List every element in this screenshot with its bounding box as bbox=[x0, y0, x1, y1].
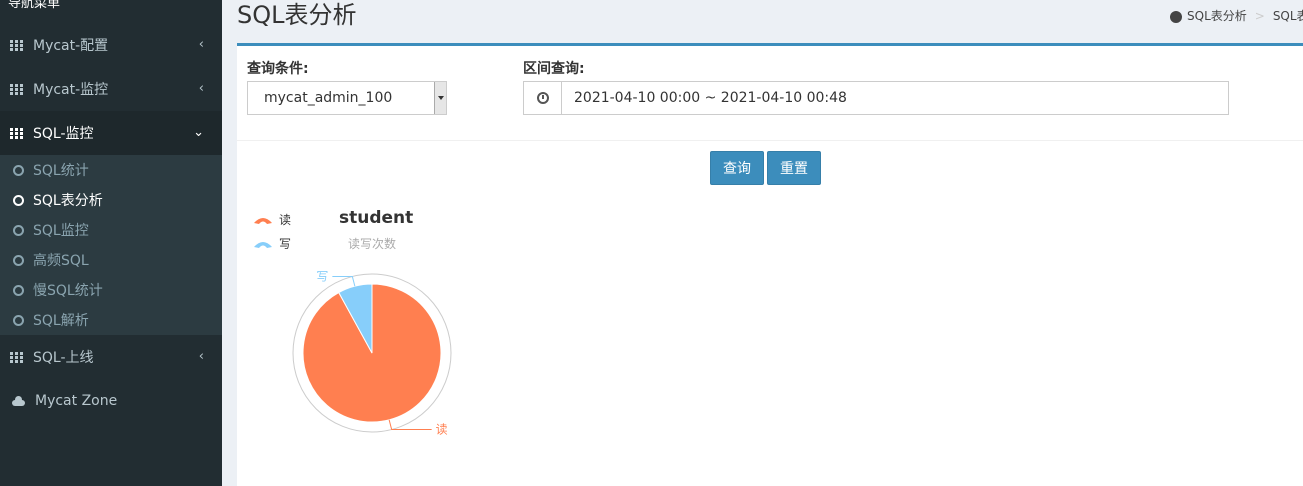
circle-icon bbox=[13, 254, 24, 266]
submenu-item-label: 高频SQL bbox=[33, 253, 89, 269]
sidebar-item-sql-monitor[interactable]: SQL-监控 ⌄ bbox=[0, 111, 222, 155]
legend-swatch-read bbox=[254, 217, 272, 224]
grid-icon bbox=[10, 127, 23, 139]
main-box: 查询条件: mycat_admin_100 区间查询: 2021-04-10 0… bbox=[237, 43, 1303, 486]
pie-data-label: 写 bbox=[316, 269, 328, 283]
submenu-item-label: 慢SQL统计 bbox=[33, 283, 103, 299]
sidebar-item-label: SQL-上线 bbox=[33, 350, 94, 366]
circle-icon bbox=[13, 224, 24, 236]
chevron-down-icon: ⌄ bbox=[193, 125, 204, 140]
pie-data-label: 读 bbox=[436, 423, 448, 437]
breadcrumb: SQL表分析 > SQL表 bbox=[1170, 7, 1303, 24]
sidebar-item-label: Mycat-配置 bbox=[33, 38, 109, 54]
breadcrumb-item[interactable]: SQL表 bbox=[1273, 7, 1303, 24]
breadcrumb-separator: > bbox=[1254, 8, 1265, 23]
sidebar-item-mycat-config[interactable]: Mycat-配置 ‹ bbox=[0, 23, 222, 67]
query-form: 查询条件: mycat_admin_100 区间查询: 2021-04-10 0… bbox=[237, 46, 1303, 141]
dropdown-arrow-icon[interactable] bbox=[434, 82, 446, 114]
cloud-icon bbox=[10, 396, 26, 406]
date-range-value[interactable]: 2021-04-10 00:00 ~ 2021-04-10 00:48 bbox=[562, 82, 847, 114]
sidebar-item-mycat-monitor[interactable]: Mycat-监控 ‹ bbox=[0, 67, 222, 111]
submenu-item-slow-sql[interactable]: 慢SQL统计 bbox=[0, 275, 222, 305]
sidebar-item-label: Mycat Zone bbox=[35, 393, 118, 409]
submenu-item-high-freq-sql[interactable]: 高频SQL bbox=[0, 245, 222, 275]
sidebar-header: 导航菜单 bbox=[8, 0, 61, 11]
sidebar-item-sql-online[interactable]: SQL-上线 ‹ bbox=[0, 335, 222, 379]
grid-icon bbox=[10, 83, 23, 95]
sidebar-item-label: SQL-监控 bbox=[33, 126, 94, 142]
sidebar-submenu: SQL统计 SQL表分析 SQL监控 高频SQL 慢SQL统计 SQL解析 bbox=[0, 155, 222, 335]
query-condition-value: mycat_admin_100 bbox=[264, 90, 393, 106]
submenu-item-label: SQL表分析 bbox=[33, 193, 103, 209]
submenu-item-label: SQL监控 bbox=[33, 223, 89, 239]
search-button[interactable]: 查询 bbox=[710, 151, 764, 185]
sidebar-item-mycat-zone[interactable]: Mycat Zone bbox=[0, 379, 222, 423]
page-title: SQL表分析 bbox=[237, 1, 357, 29]
legend-item-read[interactable]: 读 bbox=[253, 211, 291, 228]
submenu-item-sql-parse[interactable]: SQL解析 bbox=[0, 305, 222, 335]
chevron-left-icon: ‹ bbox=[198, 349, 204, 364]
date-addon bbox=[524, 82, 562, 114]
submenu-item-label: SQL统计 bbox=[33, 163, 89, 179]
chevron-left-icon: ‹ bbox=[198, 37, 204, 52]
chart-title: student bbox=[339, 208, 414, 228]
chevron-left-icon: ‹ bbox=[198, 81, 204, 96]
pie-chart: 读写 bbox=[292, 269, 452, 437]
query-condition-label: 查询条件: bbox=[247, 61, 309, 77]
clock-icon bbox=[536, 92, 549, 104]
legend-label: 读 bbox=[279, 213, 292, 227]
grid-icon bbox=[10, 351, 23, 363]
submenu-item-sql-table-analysis[interactable]: SQL表分析 bbox=[0, 185, 222, 215]
circle-icon bbox=[13, 314, 24, 326]
circle-icon bbox=[13, 284, 24, 296]
circle-icon bbox=[13, 194, 24, 206]
sidebar: 导航菜单 Mycat-配置 ‹ Mycat-监控 ‹ SQL-监控 ⌄ SQL统… bbox=[0, 0, 222, 486]
submenu-item-label: SQL解析 bbox=[33, 313, 89, 329]
sidebar-item-label: Mycat-监控 bbox=[33, 82, 109, 98]
pie-label-line bbox=[332, 275, 356, 287]
submenu-item-sql-monitor[interactable]: SQL监控 bbox=[0, 215, 222, 245]
date-range-input[interactable]: 2021-04-10 00:00 ~ 2021-04-10 00:48 bbox=[523, 81, 1229, 115]
breadcrumb-item[interactable]: SQL表分析 bbox=[1187, 7, 1247, 24]
query-condition-select[interactable]: mycat_admin_100 bbox=[247, 81, 447, 115]
grid-icon bbox=[10, 39, 23, 51]
reset-button[interactable]: 重置 bbox=[767, 151, 821, 185]
dashboard-icon bbox=[1170, 10, 1182, 23]
circle-icon bbox=[13, 164, 24, 176]
submenu-item-sql-stats[interactable]: SQL统计 bbox=[0, 155, 222, 185]
range-query-label: 区间查询: bbox=[523, 61, 585, 77]
